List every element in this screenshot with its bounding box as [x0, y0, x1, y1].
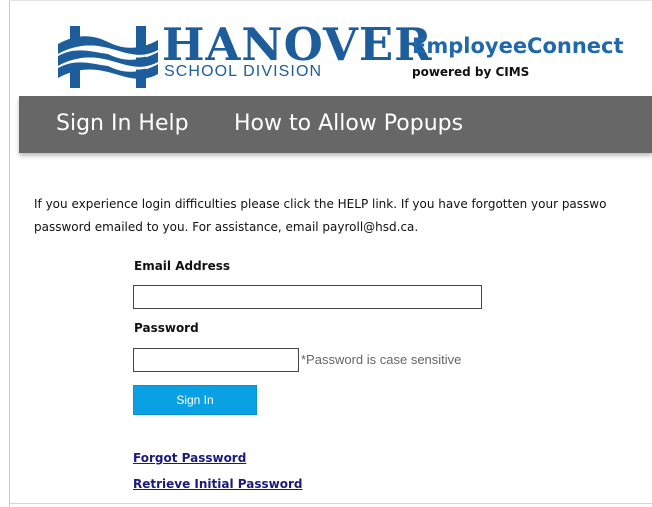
- top-nav-bar: Sign In Help How to Allow Popups: [19, 96, 652, 153]
- retrieve-initial-password-link[interactable]: Retrieve Initial Password: [133, 478, 302, 490]
- sign-in-button[interactable]: Sign In: [133, 385, 257, 415]
- frame-border-left: [9, 0, 10, 507]
- password-case-hint: *Password is case sensitive: [301, 352, 462, 367]
- password-input[interactable]: [133, 348, 299, 372]
- login-info-text: If you experience login difficulties ple…: [34, 193, 652, 239]
- info-line: If you experience login difficulties ple…: [34, 197, 607, 211]
- email-input[interactable]: [133, 285, 482, 309]
- app-title: EmployeeConnect: [412, 34, 624, 58]
- frame-border-top: [9, 0, 652, 1]
- app-subtitle: powered by CIMS: [412, 65, 530, 79]
- email-label: Email Address: [134, 259, 231, 273]
- org-name: HANOVER: [162, 18, 433, 71]
- password-label: Password: [134, 321, 199, 335]
- nav-allow-popups-link[interactable]: How to Allow Popups: [234, 111, 463, 137]
- org-subtitle: SCHOOL DIVISION: [164, 63, 323, 80]
- frame-border-bottom: [9, 503, 652, 504]
- nav-sign-in-help-link[interactable]: Sign In Help: [56, 111, 189, 137]
- forgot-password-link[interactable]: Forgot Password: [133, 452, 246, 464]
- info-line: password emailed to you. For assistance,…: [34, 220, 419, 234]
- hanover-logo-icon: [56, 24, 160, 90]
